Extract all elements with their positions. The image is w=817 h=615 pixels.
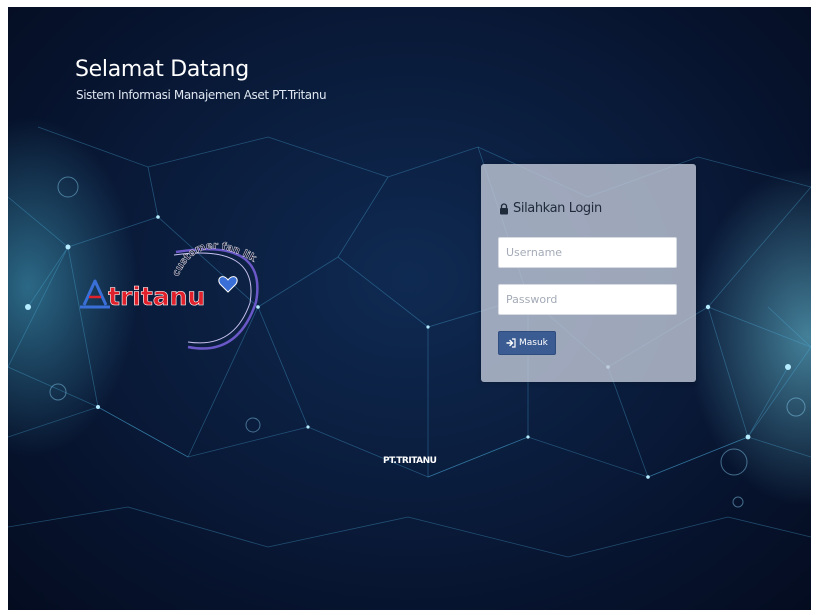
tritanu-logo: tritanu customer fan like [78,207,259,350]
logo-a-mark [80,279,110,309]
login-page: Selamat Datang Sistem Informasi Manajeme… [8,7,811,610]
footer-company: PT.TRITANU [383,456,437,466]
welcome-title: Selamat Datang [75,57,249,82]
username-input[interactable] [498,237,677,268]
login-heading: Silahkan Login [499,201,602,216]
lock-icon [499,202,509,215]
login-button[interactable]: Masuk [498,331,556,355]
logo-brand-text: tritanu [108,282,205,311]
welcome-subtitle: Sistem Informasi Manajemen Aset PT.Trita… [76,88,327,102]
login-button-label: Masuk [519,338,548,348]
logo-heart-icon [218,276,238,293]
sign-in-icon [506,338,516,348]
logo-tagline: customer fan like [78,207,258,278]
login-panel: Silahkan Login Masuk [481,164,696,382]
login-heading-label: Silahkan Login [513,201,602,216]
password-input[interactable] [498,284,677,315]
